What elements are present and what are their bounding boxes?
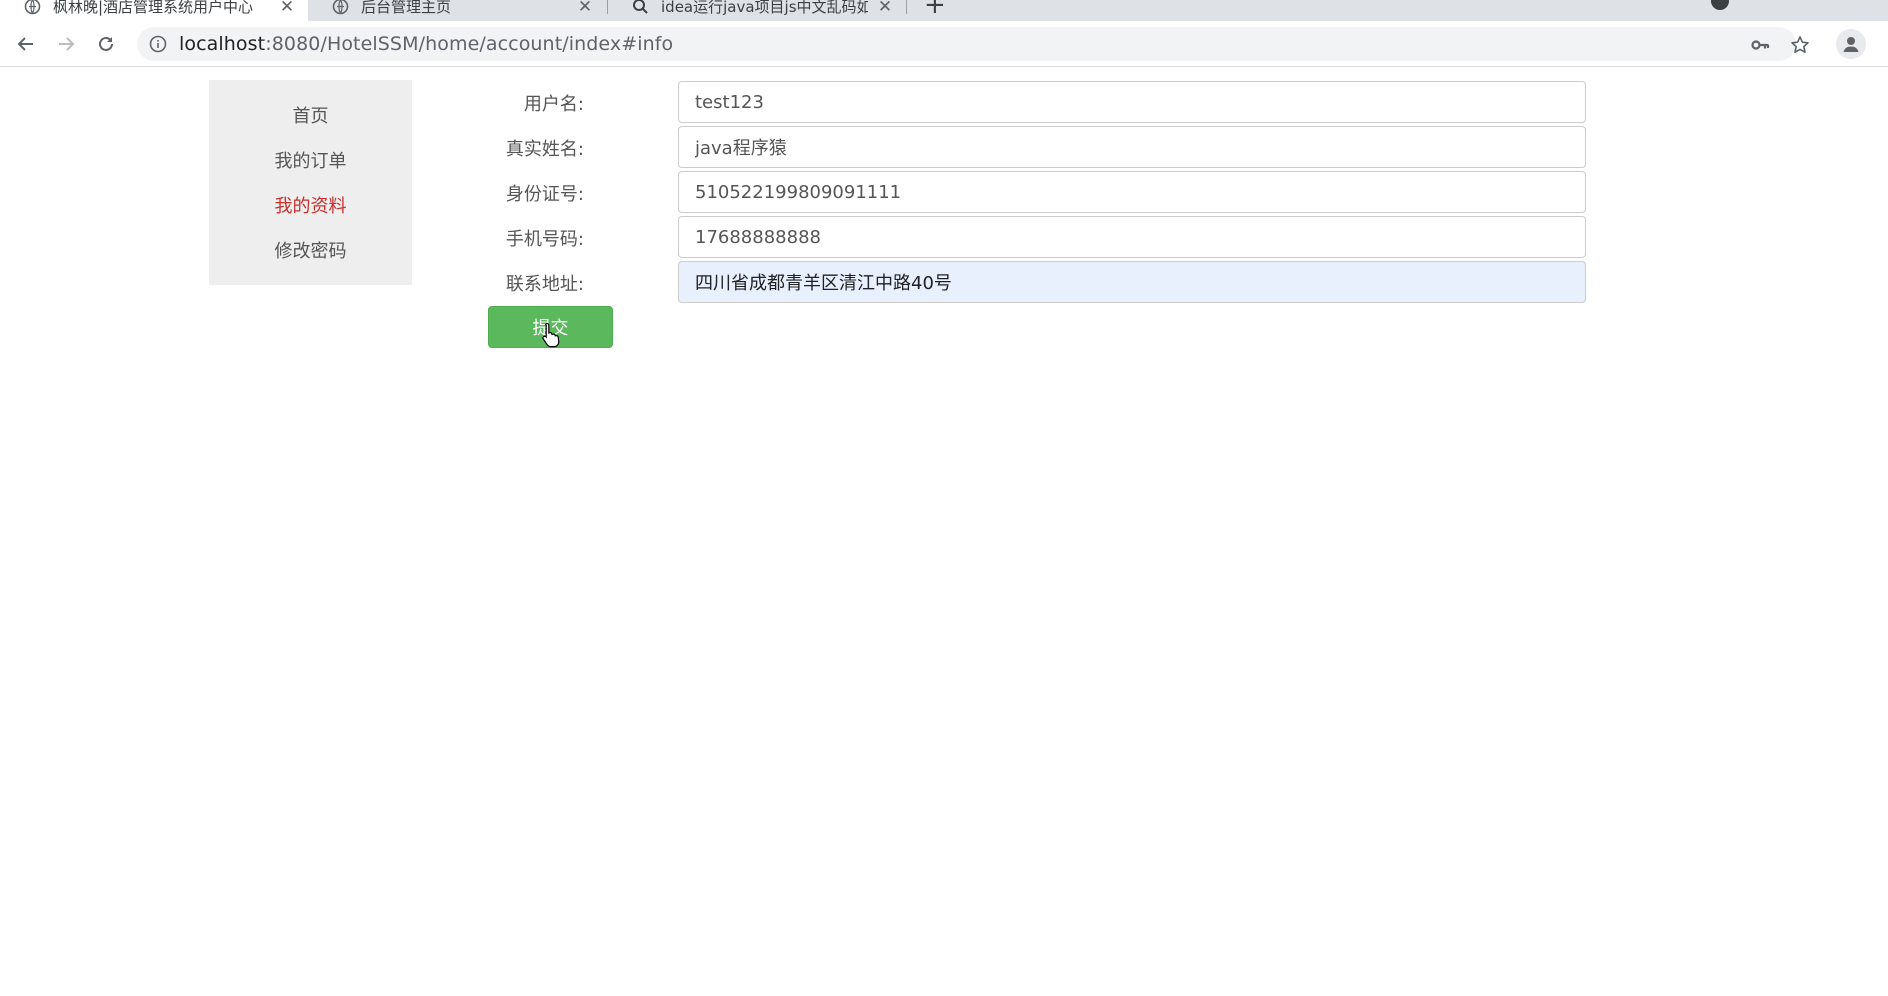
phone-label: 手机号码:	[505, 229, 584, 250]
star-icon[interactable]	[1788, 33, 1812, 57]
id-number-field[interactable]	[678, 171, 1586, 213]
url-path: :8080/HotelSSM/home/account/index#info	[265, 33, 674, 55]
close-icon[interactable]: ✕	[576, 0, 594, 17]
phone-field[interactable]	[678, 216, 1586, 258]
tab-title: 后台管理主页	[361, 0, 452, 16]
tab-user-center[interactable]: 枫林晚|酒店管理系统用户中心 ✕	[0, 0, 308, 21]
info-icon[interactable]	[141, 27, 175, 61]
reload-icon[interactable]	[91, 29, 121, 59]
id-number-label: 身份证号:	[505, 184, 584, 205]
sidebar-item-home[interactable]: 首页	[209, 102, 412, 128]
sidebar-item-my-profile[interactable]: 我的资料	[209, 192, 412, 218]
tab-title: 枫林晚|酒店管理系统用户中心	[53, 0, 254, 16]
sidebar-item-change-password[interactable]: 修改密码	[209, 237, 412, 263]
tab-title: idea运行java项目js中文乱码如何解决	[661, 0, 868, 16]
back-arrow-icon[interactable]	[11, 29, 41, 59]
sidebar-item-my-orders[interactable]: 我的订单	[209, 147, 412, 173]
real-name-label: 真实姓名:	[505, 139, 584, 160]
address-field[interactable]	[678, 261, 1586, 303]
username-label: 用户名:	[523, 94, 584, 115]
plus-icon[interactable]: +	[924, 0, 946, 20]
submit-button[interactable]: 提交	[488, 306, 613, 348]
close-icon[interactable]: ✕	[278, 0, 296, 17]
url-host: localhost	[179, 33, 266, 55]
forward-arrow-icon[interactable]	[51, 29, 81, 59]
username-field[interactable]	[678, 81, 1586, 123]
close-icon[interactable]: ✕	[876, 0, 894, 17]
browser-toolbar: localhost:8080/HotelSSM/home/account/ind…	[0, 21, 1888, 67]
tab-search[interactable]: idea运行java项目js中文乱码如何解决 ✕	[608, 0, 906, 21]
search-icon	[632, 0, 649, 15]
globe-icon	[332, 0, 349, 15]
account-sidebar: 首页 我的订单 我的资料 修改密码	[209, 80, 412, 285]
globe-icon	[24, 0, 41, 15]
tab-separator	[906, 0, 907, 14]
address-label: 联系地址:	[505, 274, 584, 295]
address-bar[interactable]: localhost:8080/HotelSSM/home/account/ind…	[137, 27, 1809, 61]
tab-admin-home[interactable]: 后台管理主页 ✕	[308, 0, 606, 21]
profile-icon[interactable]	[1836, 29, 1866, 59]
key-icon[interactable]	[1748, 33, 1772, 57]
tab-strip: 枫林晚|酒店管理系统用户中心 ✕ 后台管理主页 ✕ idea运行java项目js…	[0, 0, 1888, 21]
tab-search-menu-icon[interactable]	[1711, 0, 1729, 10]
url-text: localhost:8080/HotelSSM/home/account/ind…	[179, 33, 673, 55]
real-name-field[interactable]	[678, 126, 1586, 168]
